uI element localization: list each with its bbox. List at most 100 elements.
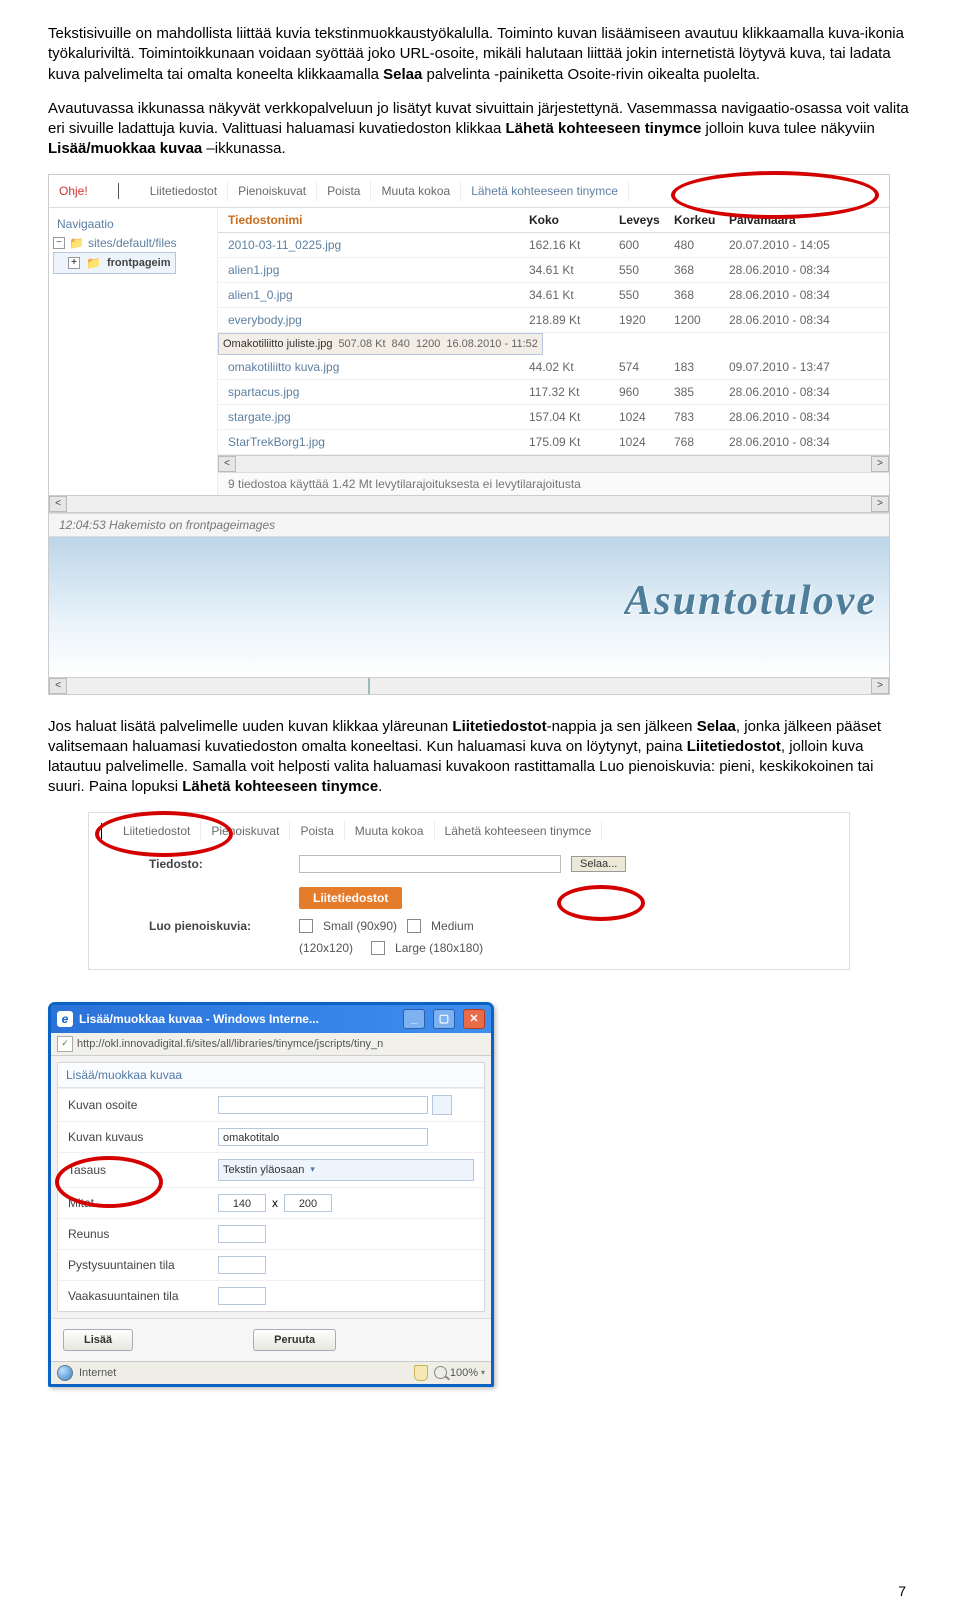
tab-poista[interactable]: Poista (290, 821, 344, 841)
hdr-size[interactable]: Koko (529, 213, 619, 227)
preview-banner-text: Asuntotulove (624, 577, 877, 625)
scroll-right-icon[interactable]: > (871, 678, 889, 694)
tab-pienoiskuvat[interactable]: Pienoiskuvat (201, 821, 290, 841)
folder-icon: 📁 (69, 236, 84, 250)
upload-screenshot: Liitetiedostot Pienoiskuvat Poista Muuta… (88, 812, 850, 970)
minimize-button[interactable]: _ (403, 1009, 425, 1029)
scroll-left-icon[interactable]: < (49, 678, 67, 694)
table-row[interactable]: stargate.jpg157.04 Kt102478328.06.2010 -… (218, 405, 889, 430)
cell-name: 2010-03-11_0225.jpg (228, 238, 529, 252)
tab-muuta-kokoa[interactable]: Muuta kokoa (345, 821, 435, 841)
tab-pienoiskuvat[interactable]: Pienoiskuvat (228, 181, 317, 201)
tree-root[interactable]: − 📁 sites/default/files (53, 234, 213, 252)
intro-paragraph-2: Avautuvassa ikkunassa näkyvät verkkopalv… (48, 99, 912, 160)
image-form: Lisää/muokkaa kuvaa Kuvan osoite Kuvan k… (57, 1062, 485, 1312)
cell-w: 840 (392, 338, 410, 350)
nav-h-scrollbar[interactable]: < > (49, 495, 889, 513)
cell-w: 550 (619, 288, 674, 302)
scroll-track[interactable] (68, 497, 870, 511)
checkbox-medium[interactable] (407, 919, 421, 933)
close-button[interactable]: ✕ (463, 1009, 485, 1029)
preview-h-scrollbar[interactable]: < > (49, 677, 889, 694)
tab-laheta-tinymce[interactable]: Lähetä kohteeseen tinymce (461, 181, 629, 201)
cell-w: 1920 (619, 313, 674, 327)
tab-poista[interactable]: Poista (317, 181, 371, 201)
address-bar[interactable]: ✓ http://okl.innovadigital.fi/sites/all/… (51, 1033, 491, 1056)
tree-expand-icon[interactable]: + (68, 257, 80, 269)
tab-liitetiedostot[interactable]: Liitetiedostot (113, 821, 201, 841)
tab-muuta-kokoa[interactable]: Muuta kokoa (371, 181, 461, 201)
cell-date: 09.07.2010 - 13:47 (729, 360, 879, 374)
browse-server-icon[interactable] (432, 1095, 452, 1115)
nav-header: Navigaatio (53, 214, 213, 234)
scroll-track[interactable] (68, 679, 870, 693)
hdr-date[interactable]: Päivämäärä (729, 213, 879, 227)
upload-submit-button[interactable]: Liitetiedostot (299, 887, 402, 909)
select-tasaus-value: Tekstin yläosaan (223, 1164, 304, 1176)
scroll-left-icon[interactable]: < (218, 456, 236, 472)
bold-laheta: Lähetä kohteeseen tinymce (505, 120, 701, 137)
cell-h: 1200 (674, 313, 729, 327)
folder-icon: 📁 (86, 256, 101, 270)
scroll-thumb[interactable] (368, 678, 370, 694)
lbl-mitat: Mitat (68, 1196, 218, 1210)
hdr-name[interactable]: Tiedostonimi (228, 213, 529, 227)
input-vaaka[interactable] (218, 1287, 266, 1305)
select-tasaus[interactable]: Tekstin yläosaan ▾ (218, 1159, 474, 1181)
input-reunus[interactable] (218, 1225, 266, 1243)
cell-name: StarTrekBorg1.jpg (228, 435, 529, 449)
insert-button[interactable]: Lisää (63, 1329, 133, 1351)
file-input[interactable] (299, 855, 561, 873)
browse-button[interactable]: Selaa... (571, 856, 626, 872)
page-number: 7 (898, 1583, 906, 1599)
table-row[interactable]: alien1_0.jpg34.61 Kt55036828.06.2010 - 0… (218, 283, 889, 308)
cell-name: Omakotiliitto juliste.jpg (223, 338, 332, 350)
table-row[interactable]: StarTrekBorg1.jpg175.09 Kt102476828.06.2… (218, 430, 889, 455)
status-text: 9 tiedostoa käyttää 1.42 Mt levytilarajo… (228, 477, 581, 491)
checkbox-large[interactable] (371, 941, 385, 955)
tree-selected[interactable]: + 📁 frontpageim (53, 252, 176, 274)
cell-w: 550 (619, 263, 674, 277)
scroll-right-icon[interactable]: > (871, 456, 889, 472)
scroll-left-icon[interactable]: < (49, 496, 67, 512)
table-row[interactable]: everybody.jpg218.89 Kt1920120028.06.2010… (218, 308, 889, 333)
ie-icon: e (57, 1011, 73, 1027)
input-width[interactable]: 140 (218, 1194, 266, 1212)
cell-w: 574 (619, 360, 674, 374)
input-pysty[interactable] (218, 1256, 266, 1274)
hdr-h[interactable]: Korkeu (674, 213, 729, 227)
scroll-track[interactable] (237, 457, 870, 471)
input-height[interactable]: 200 (284, 1194, 332, 1212)
table-row[interactable]: Omakotiliitto juliste.jpg507.08 Kt840120… (218, 333, 543, 355)
zoom-control[interactable]: 100% ▾ (434, 1366, 485, 1379)
magnifier-icon (434, 1366, 447, 1379)
cancel-button[interactable]: Peruuta (253, 1329, 336, 1351)
tab-liitetiedostot[interactable]: Liitetiedostot (140, 181, 228, 201)
maximize-button[interactable]: ▢ (433, 1009, 455, 1029)
cell-h: 480 (674, 238, 729, 252)
table-row[interactable]: spartacus.jpg117.32 Kt96038528.06.2010 -… (218, 380, 889, 405)
tab-laheta-tinymce[interactable]: Lähetä kohteeseen tinymce (435, 821, 603, 841)
h-scrollbar[interactable]: < > (218, 455, 889, 472)
table-row[interactable]: omakotiliitto kuva.jpg44.02 Kt57418309.0… (218, 355, 889, 380)
thumbs-row-2: (120x120) Large (180x180) (149, 937, 831, 959)
scroll-right-icon[interactable]: > (871, 496, 889, 512)
row-pysty: Pystysuuntainen tila (58, 1249, 484, 1280)
bold-laheta-tinymce: Lähetä kohteeseen tinymce (182, 778, 378, 795)
hdr-w[interactable]: Leveys (619, 213, 674, 227)
cell-name: stargate.jpg (228, 410, 529, 424)
nav-tree: Navigaatio − 📁 sites/default/files + 📁 f… (49, 208, 218, 495)
cell-size: 44.02 Kt (529, 360, 619, 374)
file-row: Tiedosto: Selaa... (149, 851, 831, 877)
input-kuvaus[interactable]: omakotitalo (218, 1128, 428, 1146)
text-cursor-icon (118, 183, 120, 199)
text: -nappia ja sen jälkeen (547, 718, 697, 735)
cell-size: 34.61 Kt (529, 288, 619, 302)
upload-form: Tiedosto: Selaa... Liitetiedostot Luo pi… (89, 851, 849, 969)
input-osoite[interactable] (218, 1096, 428, 1114)
table-row[interactable]: alien1.jpg34.61 Kt55036828.06.2010 - 08:… (218, 258, 889, 283)
checkbox-small[interactable] (299, 919, 313, 933)
window-titlebar[interactable]: e Lisää/muokkaa kuvaa - Windows Interne.… (51, 1005, 491, 1033)
table-row[interactable]: 2010-03-11_0225.jpg162.16 Kt60048020.07.… (218, 233, 889, 258)
tree-collapse-icon[interactable]: − (53, 237, 65, 249)
